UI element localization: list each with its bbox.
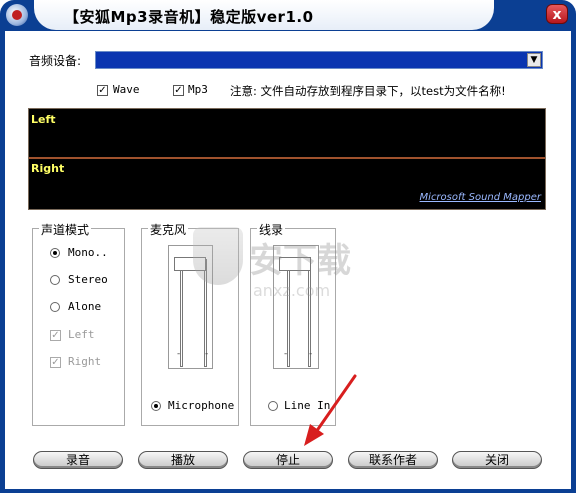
app-logo-icon[interactable] — [6, 4, 28, 26]
level-meters: Left Right Microsoft Sound Mapper — [28, 108, 546, 210]
right-channel-label: Right — [68, 355, 102, 368]
close-window-button[interactable]: x — [546, 4, 568, 24]
close-button[interactable]: 关闭 — [452, 451, 542, 469]
app-window: 【安狐Mp3录音机】稳定版ver1.0 x 音频设备: ▼ ✓ Wave ✓ M… — [0, 0, 576, 493]
window-title: 【安狐Mp3录音机】稳定版ver1.0 — [64, 8, 314, 26]
linein-radio[interactable] — [268, 401, 278, 411]
right-channel-checkbox[interactable]: ✓ — [50, 357, 61, 368]
save-note: 注意: 文件自动存放到程序目录下，以test为文件名称! — [230, 84, 506, 98]
left-channel-label: Left — [68, 328, 95, 341]
device-label: 音频设备: — [29, 54, 82, 68]
linein-left-tick: - — [284, 349, 288, 359]
record-button[interactable]: 录音 — [33, 451, 123, 469]
stereo-radio[interactable] — [50, 275, 60, 285]
mic-left-tick: - — [177, 349, 181, 359]
alone-radio[interactable] — [50, 302, 60, 312]
play-button[interactable]: 播放 — [138, 451, 228, 469]
channel-mode-title: 声道模式 — [39, 221, 92, 238]
left-meter-label: Left — [31, 113, 56, 126]
linein-label: Line In — [284, 399, 331, 412]
mono-radio[interactable] — [50, 248, 60, 258]
mp3-checkbox[interactable]: ✓ — [173, 85, 184, 96]
left-channel-checkbox[interactable]: ✓ — [50, 330, 61, 341]
alone-label: Alone — [68, 300, 102, 313]
mp3-label: Mp3 — [188, 83, 208, 96]
mic-left-slider-track[interactable] — [180, 259, 183, 367]
stereo-label: Stereo — [68, 273, 108, 286]
mic-right-tick: - — [205, 349, 209, 359]
contact-author-button[interactable]: 联系作者 — [348, 451, 438, 469]
microphone-label: Microphone — [168, 399, 235, 412]
watermark: 安下载 anxz.com — [193, 209, 403, 319]
microphone-radio[interactable] — [151, 401, 161, 411]
wave-checkbox[interactable]: ✓ — [97, 85, 108, 96]
watermark-text: 安下载 — [249, 241, 351, 281]
chevron-down-icon[interactable]: ▼ — [527, 53, 541, 67]
microphone-title: 麦克风 — [148, 221, 189, 238]
right-meter-label: Right — [31, 162, 65, 175]
watermark-subtext: anxz.com — [253, 281, 331, 300]
stop-button[interactable]: 停止 — [243, 451, 333, 469]
wave-label: Wave — [113, 83, 140, 96]
device-select[interactable]: ▼ — [95, 51, 543, 69]
main-panel: 音频设备: ▼ ✓ Wave ✓ Mp3 注意: 文件自动存放到程序目录下，以t… — [5, 31, 571, 489]
title-bar[interactable]: 【安狐Mp3录音机】稳定版ver1.0 x — [0, 0, 576, 30]
mono-label: Mono.. — [68, 246, 108, 259]
meter-divider — [29, 157, 545, 159]
sound-mapper-link[interactable]: Microsoft Sound Mapper — [420, 192, 541, 203]
watermark-shield-icon — [193, 227, 243, 285]
linein-right-tick: - — [309, 349, 313, 359]
channel-mode-group: 声道模式 Mono.. Stereo Alone ✓ Left ✓ Right — [32, 221, 125, 426]
